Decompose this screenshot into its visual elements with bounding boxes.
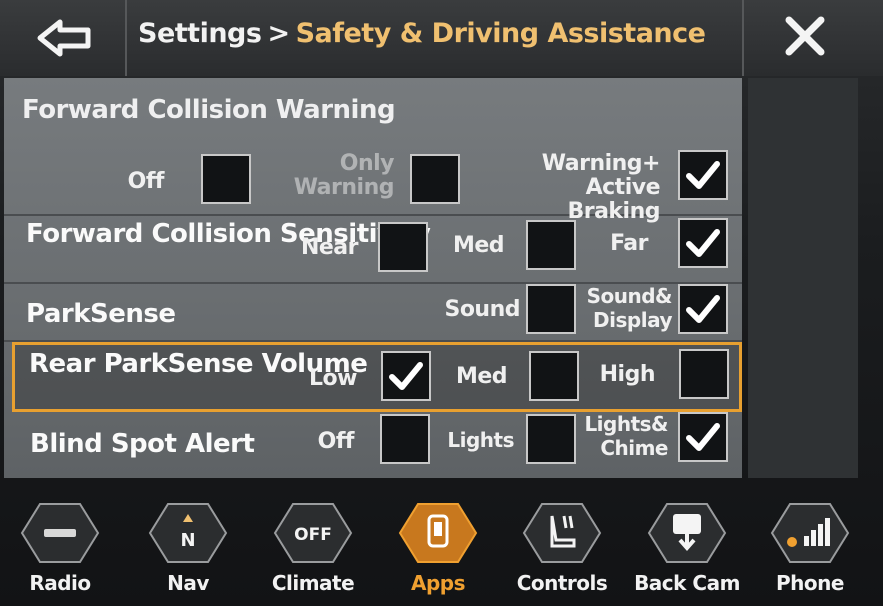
checkbox-fcw-only-warning[interactable] [410,154,460,204]
compass-letter: N [180,530,195,551]
nav-label: Climate [271,571,355,595]
checkmark-icon [686,423,720,451]
nav-label: Controls [516,571,608,595]
option-label-sound-display: Sound& Display [586,284,673,332]
checkbox-volume-med[interactable] [529,351,579,401]
breadcrumb-root: Settings [138,18,262,49]
checkbox-volume-low[interactable] [381,351,431,401]
checkbox-fcw-off[interactable] [201,154,251,204]
checkbox-blind-spot-lights-chime[interactable] [678,412,728,462]
nav-apps[interactable]: Apps [388,488,488,606]
checkbox-fcs-med[interactable] [526,220,576,270]
option-label-med: Med [455,364,508,389]
setting-title: Forward Collision Sensitivity [26,219,431,249]
setting-row-forward-collision-warning: Forward Collision Warning Off Only Warni… [4,78,742,224]
nav-label: Back Cam [634,571,740,595]
setting-title: Blind Spot Alert [30,429,255,459]
breadcrumb: Settings > Safety & Driving Assistance [138,18,706,49]
nav-radio[interactable]: Radio [10,488,110,606]
nav-controls[interactable]: Controls [512,488,612,606]
back-arrow-icon [37,19,91,57]
radio-icon [20,503,100,563]
setting-title: Forward Collision Warning [22,95,396,125]
nav-label: Radio [29,571,91,595]
header-divider [742,0,744,76]
checkbox-blind-spot-lights[interactable] [526,414,576,464]
checkbox-blind-spot-off[interactable] [380,414,430,464]
header-bar: Settings > Safety & Driving Assistance [0,0,883,76]
setting-row-parksense: ParkSense Sound Sound& Display [4,284,742,342]
option-label-high: High [599,362,656,387]
checkmark-icon [686,295,720,323]
nav-phone[interactable]: Phone [760,488,860,606]
setting-row-rear-parksense-volume[interactable]: Rear ParkSense Volume Low Med High [12,342,742,412]
seat-controls-icon [522,503,602,563]
nav-climate[interactable]: OFF Climate [263,488,363,606]
back-button[interactable] [20,6,110,70]
option-label-far: Far [610,231,648,256]
nav-label: Phone [776,571,844,595]
option-label-lights-chime: Lights& Chime [584,412,668,460]
nav-nav[interactable]: N Nav [138,488,238,606]
nav-back-cam[interactable]: Back Cam [634,488,740,606]
climate-status: OFF [294,525,332,545]
nav-label: Nav [167,571,209,595]
header-divider [125,0,127,76]
camera-icon [647,503,727,563]
scroll-area[interactable] [748,78,858,478]
setting-row-blind-spot-alert: Blind Spot Alert Off Lights Lights& Chim… [4,412,742,478]
compass-icon: N [148,503,228,563]
checkbox-fcs-near[interactable] [378,222,428,272]
setting-row-forward-collision-sensitivity: Forward Collision Sensitivity Near Med F… [4,216,742,284]
option-label-lights: Lights [447,428,514,452]
breadcrumb-separator: > [267,18,290,49]
option-label-low: Low [309,366,357,391]
climate-icon: OFF [273,503,353,563]
checkmark-icon [686,161,720,189]
screen: Settings > Safety & Driving Assistance For… [0,0,883,606]
option-label-off: Off [317,429,355,454]
checkbox-parksense-sound[interactable] [526,284,576,334]
option-label-only-warning: Only Warning [293,151,395,200]
checkmark-icon [389,362,423,390]
option-label-near: Near [300,235,359,260]
close-button[interactable] [760,4,850,68]
option-label-med: Med [452,233,505,258]
checkbox-volume-high[interactable] [679,349,729,399]
close-icon [785,16,825,56]
checkmark-icon [686,229,720,257]
phone-signal-icon [770,503,850,563]
option-label-off: Off [127,169,165,194]
checkbox-fcs-far[interactable] [678,218,728,268]
option-label-warning-active-braking: Warning+ Active Braking [541,151,661,224]
bottom-nav: Radio N Nav OFF Climate Apps Controls Ba… [0,488,883,606]
breadcrumb-current: Safety & Driving Assistance [295,18,706,49]
option-label-sound: Sound [444,297,520,322]
nav-label: Apps [410,571,466,595]
checkbox-fcw-active-braking[interactable] [678,150,728,200]
setting-title: ParkSense [26,299,176,329]
apps-icon [398,503,478,563]
checkbox-parksense-sound-display[interactable] [678,284,728,334]
